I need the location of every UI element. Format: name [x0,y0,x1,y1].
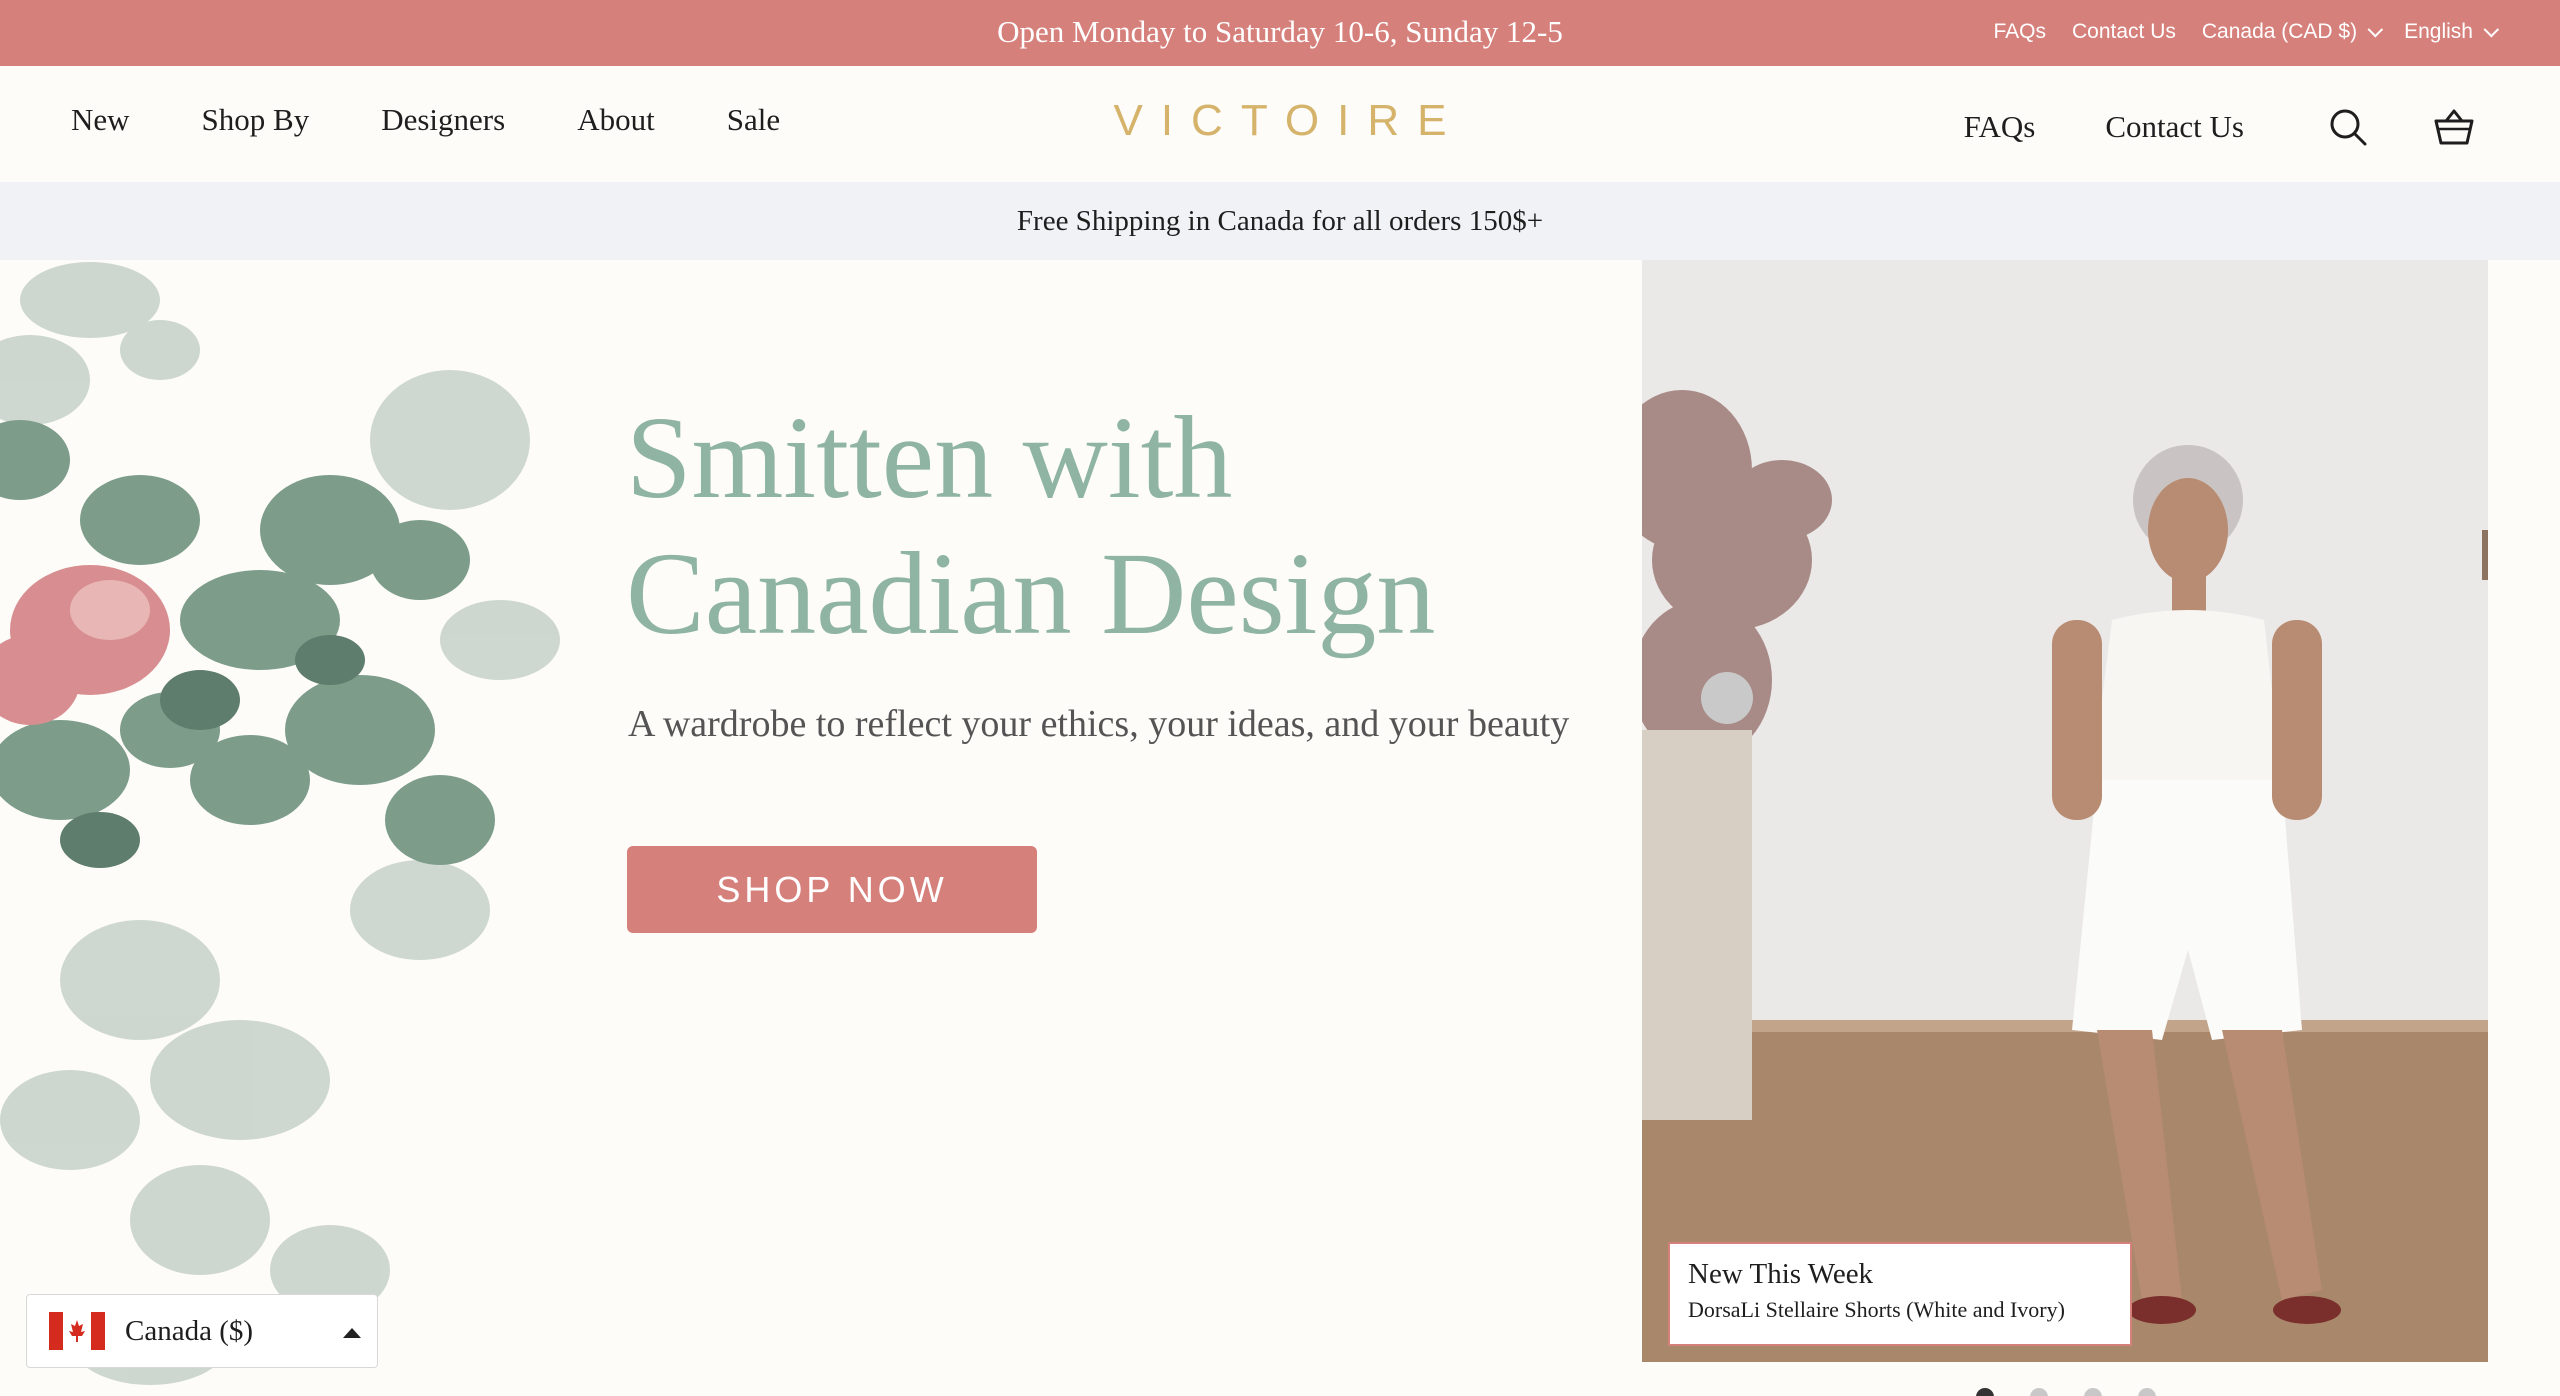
model-photo [1642,260,2488,1362]
nav-item-designers[interactable]: Designers [381,102,505,138]
language-dropdown-label: English [2404,20,2473,43]
slide-dot-4[interactable] [2138,1388,2156,1396]
currency-selector-label: Canada ($) [125,1314,254,1347]
hero-headline-line-1: Smitten with [626,392,1233,523]
canada-flag-icon [49,1312,105,1350]
currency-dropdown[interactable]: Canada (CAD $) [2201,20,2384,44]
search-icon [2330,109,2367,146]
language-dropdown[interactable]: English [2404,20,2500,44]
hero-headline-line-2: Canadian Design [626,528,1436,659]
slide-pagination [1976,1388,2156,1396]
main-nav: New Shop By Designers About Sale [71,66,780,174]
free-shipping-banner: Free Shipping in Canada for all orders 1… [0,182,2560,260]
nav-item-about[interactable]: About [577,102,655,138]
slide-dot-3[interactable] [2084,1388,2102,1396]
basket-icon [2434,109,2474,145]
site-header: New Shop By Designers About Sale VICTOIR… [0,66,2560,182]
nav-item-new[interactable]: New [71,102,130,138]
hero-headline: Smitten with Canadian Design [626,390,1526,662]
hero-subheading: A wardrobe to reflect your ethics, your … [628,703,1570,745]
topbar-contact-link[interactable]: Contact Us [2072,20,2176,44]
slide-dot-2[interactable] [2030,1388,2048,1396]
hero-section: Smitten with Canadian Design A wardrobe … [0,260,2560,1396]
utility-links: FAQs Contact Us Canada (CAD $) English [1993,0,2500,64]
shop-now-button[interactable]: SHOP NOW [627,846,1037,933]
announcement-bar: Open Monday to Saturday 10-6, Sunday 12-… [0,0,2560,66]
slide-caption-product: DorsaLi Stellaire Shorts (White and Ivor… [1688,1297,2065,1322]
header-faqs-link[interactable]: FAQs [1964,109,2036,145]
slide-caption-title: New This Week [1688,1258,1874,1290]
header-contact-link[interactable]: Contact Us [2105,109,2244,145]
hero-product-image[interactable] [1642,260,2488,1362]
nav-item-sale[interactable]: Sale [727,102,780,138]
topbar-faqs-link[interactable]: FAQs [1993,20,2046,44]
currency-dropdown-label: Canada (CAD $) [2201,20,2358,43]
chevron-down-icon [2367,21,2384,37]
floral-illustration [0,262,560,1385]
site-logo[interactable]: VICTOIRE [1080,96,1480,146]
country-currency-selector[interactable]: Canada ($) [26,1294,378,1368]
search-button[interactable] [2326,105,2370,149]
nav-item-shop-by[interactable]: Shop By [202,102,310,138]
cart-button[interactable] [2432,105,2476,149]
header-actions: FAQs Contact Us [1964,66,2476,188]
slide-caption[interactable]: New This Week DorsaLi Stellaire Shorts (… [1668,1242,2132,1346]
slide-dot-1[interactable] [1976,1388,1994,1396]
caret-up-icon [343,1328,361,1338]
